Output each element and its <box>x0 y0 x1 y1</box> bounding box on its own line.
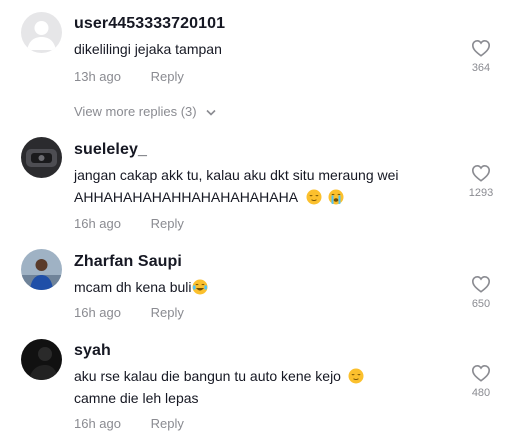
comment-meta: 16h ago Reply <box>74 416 184 431</box>
comment-text-line: dikelilingi jejaka tampan <box>74 41 222 57</box>
like-count: 1293 <box>468 187 494 199</box>
comment-text: mcam dh kena buli <box>74 276 464 298</box>
comment-text: dikelilingi jejaka tampan <box>74 38 464 60</box>
avatar[interactable] <box>21 12 62 53</box>
comment-text-line: jangan cakap akk tu, kalau aku dkt situ … <box>74 167 399 183</box>
comment-username[interactable]: user4453333720101 <box>74 15 225 33</box>
comment-username[interactable]: sueleley_ <box>74 141 147 159</box>
comment-username[interactable]: syah <box>74 342 111 360</box>
comment-text-line-with-emoji: AHHAHAHAHAHHAHAHAHAHAHA <box>74 186 464 208</box>
comment-time: 13h ago <box>74 69 121 84</box>
comment-meta: 16h ago Reply <box>74 305 184 320</box>
avatar[interactable] <box>21 249 62 290</box>
comment-time: 16h ago <box>74 216 121 231</box>
tears-of-joy-face-icon <box>192 279 208 295</box>
like-button[interactable]: 650 <box>456 275 506 310</box>
avatar[interactable] <box>21 339 62 380</box>
chevron-down-icon <box>206 109 216 116</box>
comment-text-line: aku rse kalau die bangun tu auto kene ke… <box>74 368 341 384</box>
comment-time: 16h ago <box>74 305 121 320</box>
view-more-replies-button[interactable]: View more replies (3) <box>74 104 216 119</box>
relieved-face-icon <box>348 368 364 384</box>
heart-icon <box>471 39 491 57</box>
comment-text-line-with-emoji: mcam dh kena buli <box>74 276 464 298</box>
comment-text: aku rse kalau die bangun tu auto kene ke… <box>74 365 464 409</box>
heart-icon <box>471 364 491 382</box>
like-button[interactable]: 480 <box>456 364 506 399</box>
profile-photo-icon <box>21 339 62 380</box>
reply-button[interactable]: Reply <box>151 69 184 84</box>
view-more-replies-label: View more replies (3) <box>74 104 197 119</box>
comment-text-line: mcam dh kena buli <box>74 279 192 295</box>
heart-icon <box>471 164 491 182</box>
like-button[interactable]: 1293 <box>456 164 506 199</box>
loudly-crying-face-icon <box>328 189 344 205</box>
reply-button[interactable]: Reply <box>151 305 184 320</box>
like-count: 650 <box>471 298 491 310</box>
comment-meta: 13h ago Reply <box>74 69 184 84</box>
reply-button[interactable]: Reply <box>151 416 184 431</box>
like-count: 364 <box>471 62 491 74</box>
heart-icon <box>471 275 491 293</box>
comment-text-line-with-emoji: aku rse kalau die bangun tu auto kene ke… <box>74 365 464 387</box>
comment-username[interactable]: Zharfan Saupi <box>74 253 182 271</box>
comment-time: 16h ago <box>74 416 121 431</box>
comment-text-line: AHHAHAHAHAHHAHAHAHAHAHA <box>74 189 298 205</box>
comment-meta: 16h ago Reply <box>74 216 184 231</box>
like-button[interactable]: 364 <box>456 39 506 74</box>
default-avatar-icon <box>21 12 62 53</box>
profile-photo-icon <box>21 249 62 290</box>
relieved-face-icon <box>306 189 322 205</box>
comment-text-line: camne die leh lepas <box>74 390 199 406</box>
avatar[interactable] <box>21 137 62 178</box>
reply-button[interactable]: Reply <box>151 216 184 231</box>
profile-photo-icon <box>21 137 62 178</box>
like-count: 480 <box>471 387 491 399</box>
comment-text: jangan cakap akk tu, kalau aku dkt situ … <box>74 164 464 208</box>
